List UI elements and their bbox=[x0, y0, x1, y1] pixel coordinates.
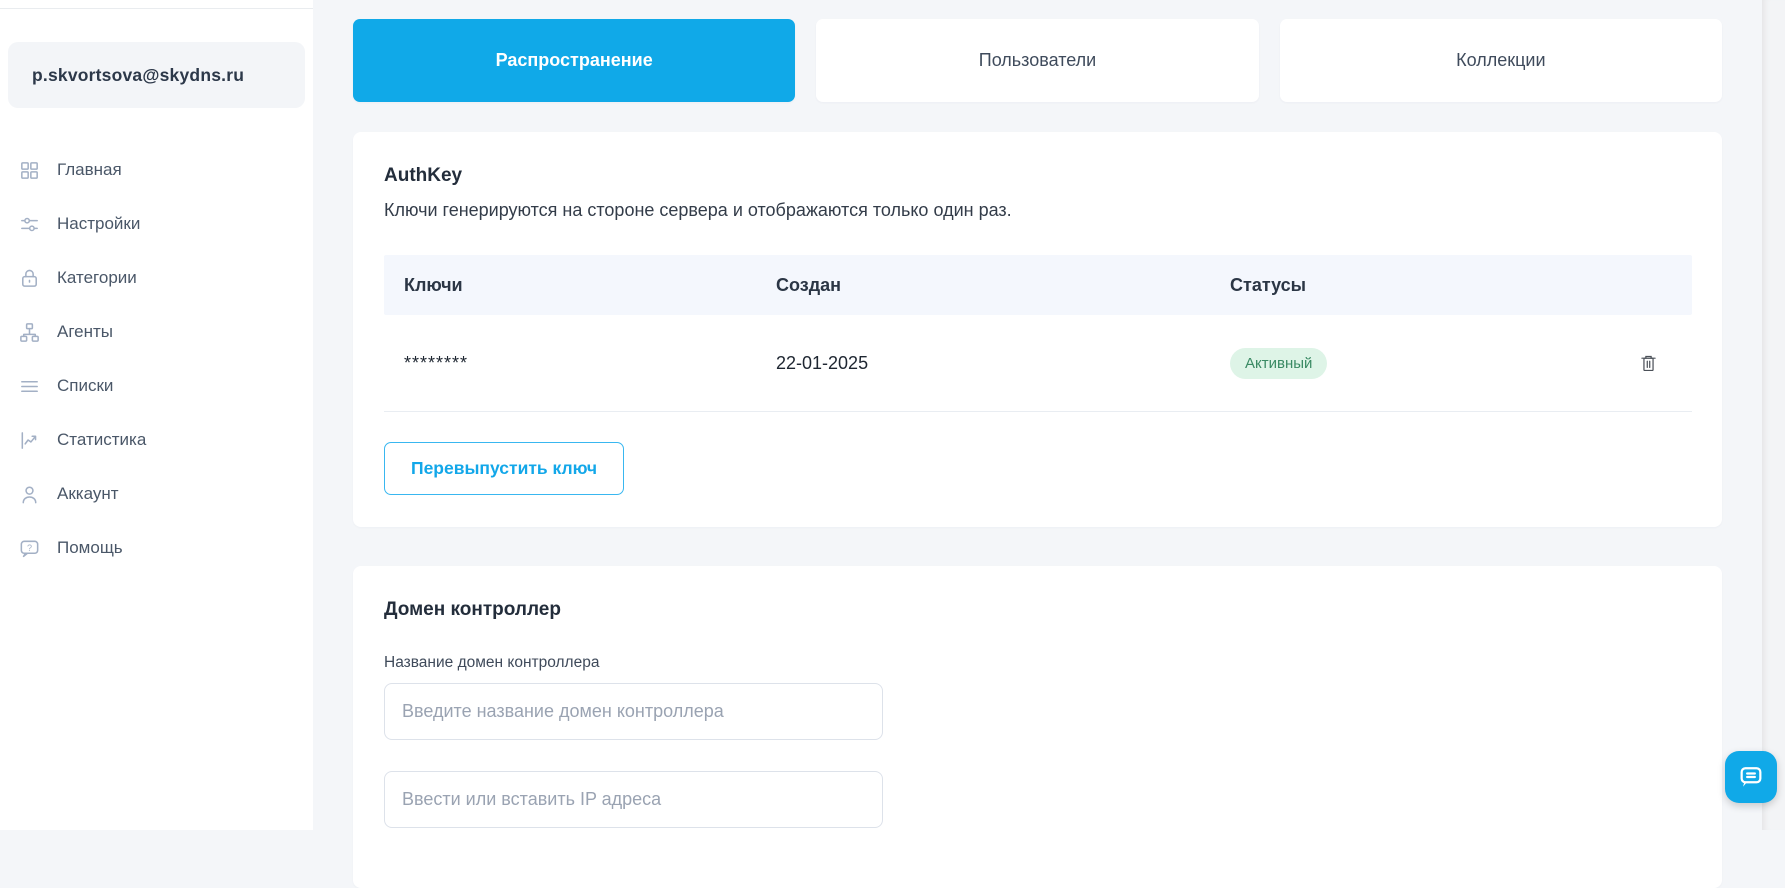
delete-key-button[interactable] bbox=[1636, 349, 1661, 377]
ip-addresses-input[interactable] bbox=[384, 771, 883, 828]
sidebar-item-label: Аккаунт bbox=[57, 484, 119, 504]
agents-icon bbox=[18, 321, 41, 344]
user-email-box[interactable]: p.skvortsova@skydns.ru bbox=[8, 42, 305, 108]
dashboard-icon bbox=[18, 159, 41, 182]
sidebar-item-label: Главная bbox=[57, 160, 122, 180]
sidebar-item-agents[interactable]: Агенты bbox=[0, 305, 313, 359]
sidebar-item-label: Статистика bbox=[57, 430, 146, 450]
sidebar-item-account[interactable]: Аккаунт bbox=[0, 467, 313, 521]
sidebar-item-home[interactable]: Главная bbox=[0, 143, 313, 197]
authkey-description: Ключи генерируются на стороне сервера и … bbox=[384, 200, 1692, 221]
help-icon: ? bbox=[18, 537, 41, 560]
sidebar-item-statistics[interactable]: Статистика bbox=[0, 413, 313, 467]
tab-distribution[interactable]: Распространение bbox=[353, 19, 795, 102]
authkey-title: AuthKey bbox=[384, 165, 1692, 187]
col-header-status: Статусы bbox=[1210, 275, 1636, 296]
reissue-key-button[interactable]: Перевыпустить ключ bbox=[384, 442, 624, 495]
statistics-icon bbox=[18, 429, 41, 452]
chat-icon bbox=[1737, 763, 1765, 791]
domain-name-input[interactable] bbox=[384, 683, 883, 740]
chat-widget-button[interactable] bbox=[1725, 751, 1777, 803]
sidebar-item-label: Категории bbox=[57, 268, 137, 288]
sidebar-item-categories[interactable]: Категории bbox=[0, 251, 313, 305]
col-header-created: Создан bbox=[756, 275, 1210, 296]
tab-collections[interactable]: Коллекции bbox=[1280, 19, 1722, 102]
settings-icon bbox=[18, 213, 41, 236]
tab-bar: Распространение Пользователи Коллекции bbox=[353, 19, 1722, 102]
sidebar-item-label: Агенты bbox=[57, 322, 113, 342]
table-row: ******** 22-01-2025 Активный bbox=[384, 315, 1692, 412]
user-email: p.skvortsova@skydns.ru bbox=[32, 65, 244, 86]
sidebar: p.skvortsova@skydns.ru Главная Настройки… bbox=[0, 0, 313, 830]
key-value: ******** bbox=[384, 353, 756, 374]
sidebar-item-label: Помощь bbox=[57, 538, 123, 558]
sidebar-nav: Главная Настройки Категории Агенты bbox=[0, 143, 313, 575]
table-header-row: Ключи Создан Статусы bbox=[384, 255, 1692, 315]
sidebar-item-label: Настройки bbox=[57, 214, 140, 234]
sidebar-item-lists[interactable]: Списки bbox=[0, 359, 313, 413]
lists-icon bbox=[18, 375, 41, 398]
domain-controller-card: Домен контроллер Название домен контролл… bbox=[353, 566, 1722, 888]
created-value: 22-01-2025 bbox=[756, 353, 1210, 374]
sidebar-item-label: Списки bbox=[57, 376, 113, 396]
sidebar-item-help[interactable]: ? Помощь bbox=[0, 521, 313, 575]
authkey-table: Ключи Создан Статусы ******** 22-01-2025… bbox=[384, 255, 1692, 412]
col-header-keys: Ключи bbox=[384, 275, 756, 296]
lock-icon bbox=[18, 267, 41, 290]
authkey-card: AuthKey Ключи генерируются на стороне се… bbox=[353, 132, 1722, 527]
trash-icon bbox=[1638, 351, 1659, 375]
tab-users[interactable]: Пользователи bbox=[816, 19, 1258, 102]
svg-text:?: ? bbox=[27, 542, 32, 552]
sidebar-top-divider bbox=[0, 8, 313, 9]
sidebar-item-settings[interactable]: Настройки bbox=[0, 197, 313, 251]
main-content: Распространение Пользователи Коллекции A… bbox=[313, 0, 1785, 830]
domain-controller-title: Домен контроллер bbox=[384, 599, 1692, 621]
domain-name-label: Название домен контроллера bbox=[384, 654, 1692, 672]
status-badge: Активный bbox=[1230, 348, 1327, 379]
account-icon bbox=[18, 483, 41, 506]
